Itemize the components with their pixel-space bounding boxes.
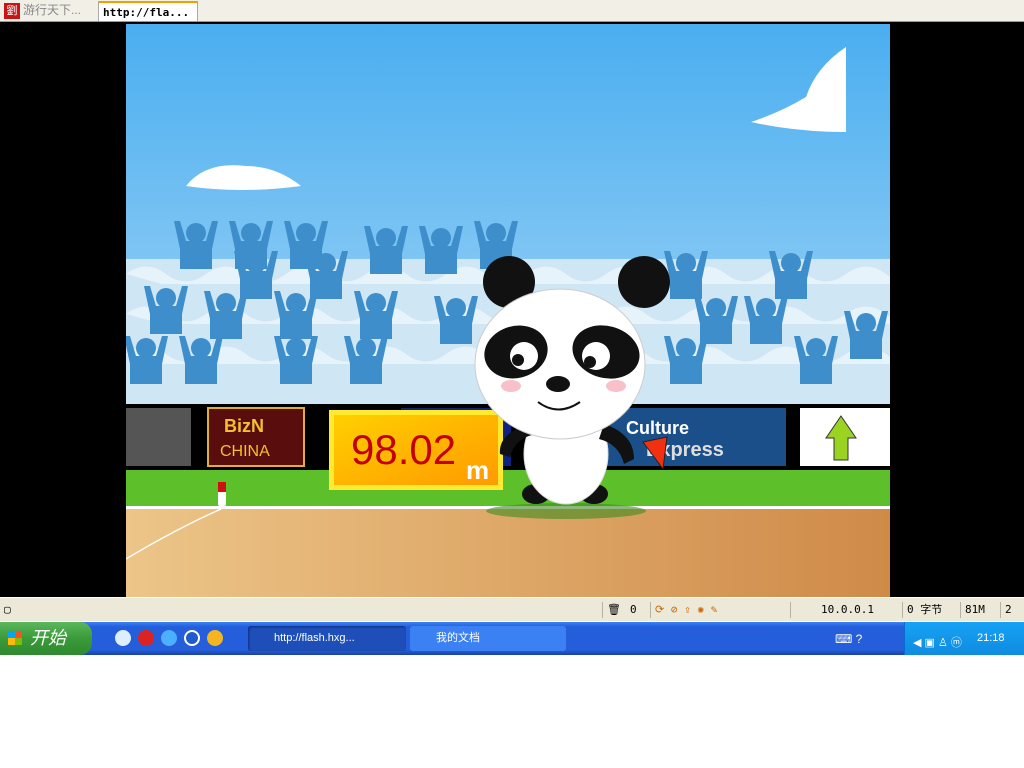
- billboard-text: BizN: [224, 416, 264, 436]
- grass: [126, 470, 890, 508]
- billboard: [126, 408, 191, 466]
- tab-label: 游行天下...: [23, 3, 82, 17]
- status-extra: 2: [1000, 602, 1012, 618]
- throwing-field: [126, 509, 890, 597]
- quicklaunch-shield-icon[interactable]: [207, 630, 223, 646]
- tab-1[interactable]: 劉游行天下...: [0, 1, 96, 21]
- start-label: 开始: [30, 628, 66, 648]
- task-my-documents[interactable]: 我的文档: [410, 626, 566, 651]
- billboard-text: Culture: [626, 418, 689, 438]
- game-canvas[interactable]: BizN CHINA Culture Express 98.02 m: [126, 24, 890, 597]
- windows-logo-icon: [8, 631, 22, 645]
- system-tray: ◀ ▣ ♙ ⓜ 21:18: [904, 622, 1024, 655]
- tray-keyboard-help-icons[interactable]: ⌨ ?: [835, 632, 862, 646]
- recycle-icon[interactable]: 🗑: [602, 602, 621, 618]
- status-tool-icons[interactable]: ⟳ ⊘ ⇪ ✺ ✎: [650, 602, 750, 618]
- quicklaunch-ie-icon[interactable]: [161, 630, 177, 646]
- clock[interactable]: 21:18: [977, 632, 1005, 644]
- status-bar: ▢ 🗑 0 ⟳ ⊘ ⇪ ✺ ✎ 10.0.0.1 0 字节 81M 2: [0, 597, 1024, 621]
- quicklaunch-qq-icon[interactable]: [138, 630, 154, 646]
- distance-value: 98.02: [351, 426, 456, 473]
- task-label: 我的文档: [436, 632, 480, 644]
- tab-label: http://fla...: [103, 6, 190, 19]
- status-ip: 10.0.0.1: [790, 602, 900, 618]
- flash-stage: BizN CHINA Culture Express 98.02 m: [0, 22, 1024, 597]
- page-icon: ▢: [4, 603, 11, 616]
- tab-2-active[interactable]: http://fla...: [98, 1, 198, 21]
- distance-unit: m: [466, 455, 489, 485]
- task-browser[interactable]: http://flash.hxg...: [248, 626, 406, 651]
- status-memory: 81M: [960, 602, 1000, 618]
- quicklaunch-maxthon-icon[interactable]: [184, 630, 200, 646]
- taskbar: 开始 http://flash.hxg... 我的文档 ⌨ ? ◀ ▣ ♙ ⓜ …: [0, 622, 1024, 655]
- tab-bar: 劉游行天下... http://fla...: [0, 0, 1024, 22]
- quicklaunch-desktop-icon[interactable]: [115, 630, 131, 646]
- task-label: http://flash.hxg...: [274, 632, 355, 644]
- site-logo-icon: 劉: [4, 2, 20, 19]
- status-bytes: 0 字节: [902, 602, 958, 618]
- tray-icons[interactable]: ◀ ▣ ♙ ⓜ: [913, 634, 962, 650]
- status-count: 0: [630, 603, 637, 616]
- billboard-text: CHINA: [220, 443, 270, 460]
